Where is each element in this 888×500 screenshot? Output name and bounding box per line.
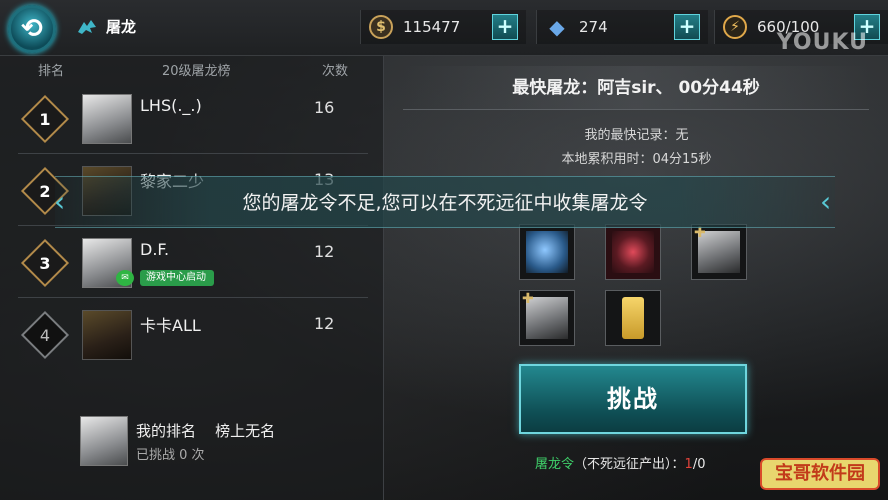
my-challenges: 已挑战 0 次 xyxy=(136,448,205,463)
dragon-icon xyxy=(78,19,96,34)
local-time: 本地累积用时：04分15秒 xyxy=(561,152,712,167)
reward-token-icon[interactable] xyxy=(605,290,661,346)
youku-watermark: YOUKU xyxy=(776,30,868,55)
chevron-left-icon: ‹ xyxy=(820,185,832,218)
avatar xyxy=(82,94,132,144)
column-count: 次数 xyxy=(322,64,349,79)
energy-icon: ⚡ xyxy=(723,15,747,39)
token-have: 1 xyxy=(684,457,693,472)
add-crystal-button[interactable]: + xyxy=(674,14,700,40)
avatar xyxy=(82,310,132,360)
column-rank: 排名 xyxy=(38,64,65,79)
chevron-left-icon: ‹ xyxy=(54,185,66,218)
fastest-record: 最快屠龙：阿吉sir、 00分44秒 xyxy=(403,66,869,110)
page-title: 屠龙 xyxy=(106,18,137,36)
my-rank: 我的排名 榜上无名 已挑战 0 次 xyxy=(80,416,380,472)
leaderboard-row[interactable]: 1 LHS(._.) 16 xyxy=(18,84,368,154)
add-coin-button[interactable]: + xyxy=(492,14,518,40)
toast-message: 您的屠龙令不足,您可以在不死远征中收集屠龙令 xyxy=(55,176,835,228)
challenge-button[interactable]: 挑战 xyxy=(519,364,747,434)
player-name: 卡卡ALL xyxy=(140,316,201,335)
crystal-resource: ◆ 274 + xyxy=(536,10,708,44)
token-name: 屠龙令 xyxy=(535,457,575,472)
leaderboard-row[interactable]: 4 卡卡ALL 12 xyxy=(18,300,368,370)
coin-resource: $ 115477 + xyxy=(360,10,526,44)
rank-number: 3 xyxy=(39,253,51,273)
my-rank-label: 我的排名 榜上无名 xyxy=(136,422,276,440)
game-center-badge: 游戏中心启动 xyxy=(140,270,214,286)
my-rank-value: 榜上无名 xyxy=(215,422,276,440)
coin-value: 115477 xyxy=(403,18,461,36)
my-avatar xyxy=(80,416,128,466)
token-source: （不死远征产出）： xyxy=(574,457,685,472)
top-bar: ⟲ 屠龙 $ 115477 + ◆ 274 + ⚡ 660/100 + YOUK… xyxy=(0,0,888,56)
crystal-icon: ◆ xyxy=(549,15,565,39)
reward-gem-icon[interactable] xyxy=(605,224,661,280)
reward-armor-icon[interactable]: ✚ xyxy=(691,224,747,280)
detail-panel: 最快屠龙：阿吉sir、 00分44秒 我的最快记录：无 本地累积用时：04分15… xyxy=(385,56,888,500)
wechat-icon: ✉ xyxy=(116,270,134,286)
reward-armor-icon[interactable]: ✚ xyxy=(519,290,575,346)
my-record: 我的最快记录：无 xyxy=(584,128,689,143)
player-name: LHS(._.) xyxy=(140,96,202,115)
column-title: 20级屠龙榜 xyxy=(162,64,231,79)
site-watermark: 宝哥软件园 xyxy=(760,458,880,490)
crystal-value: 274 xyxy=(579,18,608,36)
leaderboard-row[interactable]: 3 D.F. 12 ✉ 游戏中心启动 xyxy=(18,228,368,298)
rank-number: 4 xyxy=(39,325,51,345)
plus-icon: ✚ xyxy=(522,291,534,307)
player-count: 12 xyxy=(314,314,335,333)
title-area: 屠龙 xyxy=(76,16,136,37)
back-arrow-icon[interactable]: ⟲ xyxy=(8,5,56,53)
player-count: 16 xyxy=(314,98,335,117)
coin-icon: $ xyxy=(369,15,393,39)
leaderboard-panel: 排名 20级屠龙榜 次数 1 LHS(._.) 16 2 黎家二少 13 3 D… xyxy=(0,56,384,500)
token-status: 屠龙令（不死远征产出）：1/0 xyxy=(535,453,705,472)
player-count: 12 xyxy=(314,242,335,261)
reward-crystal-icon[interactable] xyxy=(519,224,575,280)
token-required: /0 xyxy=(692,457,706,472)
rank-number: 1 xyxy=(39,109,51,129)
player-name: D.F. xyxy=(140,240,170,259)
